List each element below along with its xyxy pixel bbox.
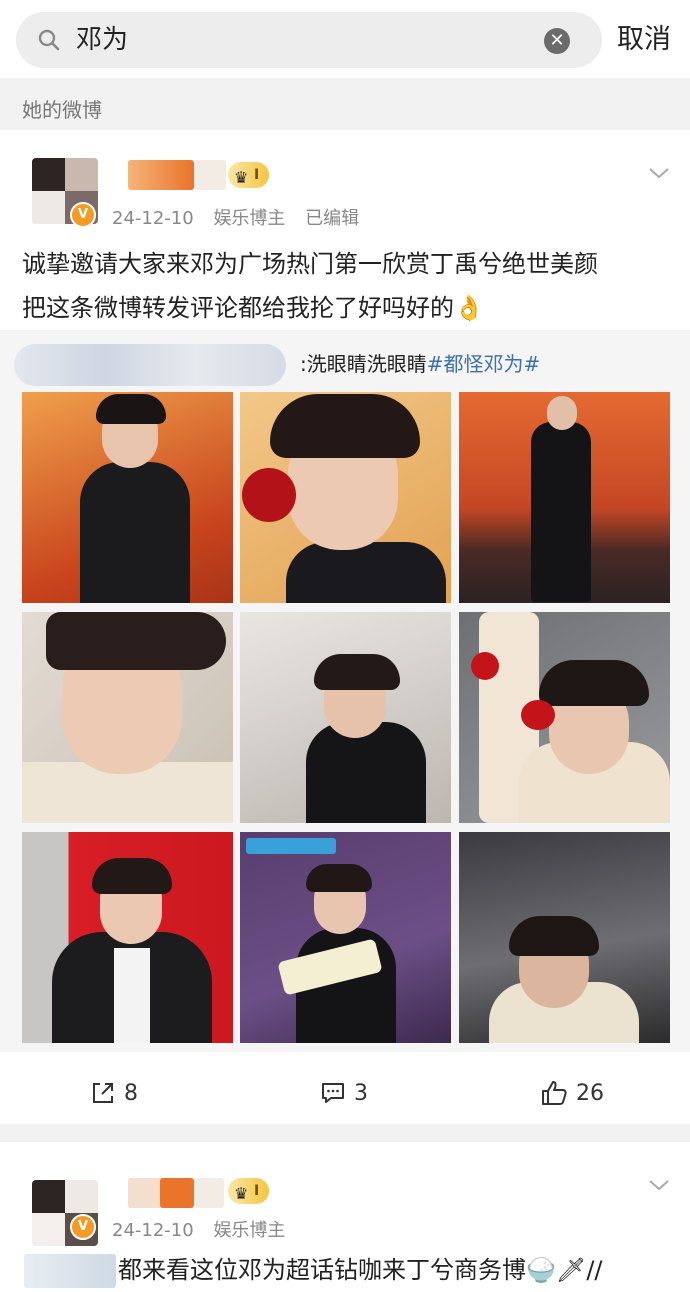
photo-thumbnail[interactable] — [459, 392, 670, 603]
like-icon — [542, 1081, 567, 1105]
member-badge[interactable]: ♛ I — [228, 1178, 270, 1204]
mention-blurred[interactable] — [24, 1254, 116, 1288]
section-label: 她的微博 — [22, 98, 102, 122]
repost-icon — [93, 1083, 113, 1103]
post-source: 娱乐博主 — [213, 208, 286, 229]
photo-thumbnail[interactable] — [22, 612, 233, 823]
username-blurred-tail — [194, 1178, 224, 1208]
post-text: 都来看这位邓为超话钻咖来丁兮商务博🍚🗡// — [118, 1256, 603, 1284]
comment-button[interactable]: 3 — [320, 1062, 368, 1124]
like-button[interactable]: 26 — [540, 1062, 604, 1124]
chevron-down-icon[interactable] — [648, 1174, 670, 1196]
username-blurred-tail — [194, 160, 226, 190]
post-text-line: 把这条微博转发评论都给我抡了好吗好的👌 — [22, 294, 484, 322]
photo-thumbnail[interactable] — [240, 832, 451, 1043]
repost-text-plain: :洗眼睛洗眼睛 — [300, 352, 427, 376]
post-date: 24-12-10 — [112, 1220, 194, 1241]
photo-thumbnail[interactable] — [22, 392, 233, 603]
post-source: 娱乐博主 — [213, 1220, 286, 1241]
member-badge[interactable]: ♛ I — [228, 162, 270, 188]
crown-icon: ♛ — [234, 1184, 249, 1203]
username-blurred[interactable] — [128, 160, 194, 190]
repost-count: 8 — [124, 1080, 138, 1106]
repost-box[interactable]: :洗眼睛洗眼睛#都怪邓为# — [0, 330, 690, 1052]
topic-tag-link[interactable]: #都怪邓为# — [427, 352, 541, 376]
edited-flag: 已编辑 — [305, 208, 360, 229]
post-actions: 8 3 26 — [0, 1062, 690, 1124]
cancel-button[interactable]: 取消 — [617, 22, 671, 58]
photo-thumbnail[interactable] — [459, 612, 670, 823]
verified-badge-icon: V — [70, 1214, 96, 1240]
comment-icon — [322, 1083, 344, 1103]
photo-thumbnail[interactable] — [459, 832, 670, 1043]
photo-thumbnail[interactable] — [22, 832, 233, 1043]
post-meta: 24-12-10 娱乐博主 — [112, 1216, 299, 1242]
like-count: 26 — [576, 1080, 604, 1106]
search-input[interactable]: 邓为 — [76, 24, 128, 56]
repost-button[interactable]: 8 — [90, 1062, 138, 1124]
post-meta: 24-12-10 娱乐博主 已编辑 — [112, 204, 373, 230]
weibo-post: V ♛ I 24-12-10 娱乐博主 都来看这位邓为超话钻咖来丁兮商务博🍚🗡/… — [0, 1142, 690, 1292]
repost-text: :洗眼睛洗眼睛#都怪邓为# — [300, 348, 540, 380]
photo-thumbnail[interactable] — [240, 392, 451, 603]
clear-icon[interactable]: ✕ — [544, 28, 570, 54]
mention-blurred[interactable] — [14, 344, 286, 386]
username-blurred-tail — [160, 1178, 194, 1208]
top-bar: 邓为 ✕ 取消 — [0, 0, 690, 78]
post-text-line: 诚挚邀请大家来邓为广场热门第一欣赏丁禹兮绝世美颜 — [22, 250, 598, 278]
photo-thumbnail[interactable] — [240, 612, 451, 823]
weibo-post: V ♛ I 24-12-10 娱乐博主 已编辑 诚挚邀请大家来邓为广场热门第一欣… — [0, 130, 690, 1124]
comment-count: 3 — [354, 1080, 368, 1106]
search-icon — [38, 29, 60, 51]
chevron-down-icon[interactable] — [648, 162, 670, 184]
crown-icon: ♛ — [234, 168, 249, 187]
search-bar[interactable]: 邓为 ✕ — [16, 12, 602, 68]
post-date: 24-12-10 — [112, 208, 194, 229]
post-text: 诚挚邀请大家来邓为广场热门第一欣赏丁禹兮绝世美颜 把这条微博转发评论都给我抡了好… — [22, 242, 672, 330]
verified-badge-icon: V — [70, 202, 96, 228]
